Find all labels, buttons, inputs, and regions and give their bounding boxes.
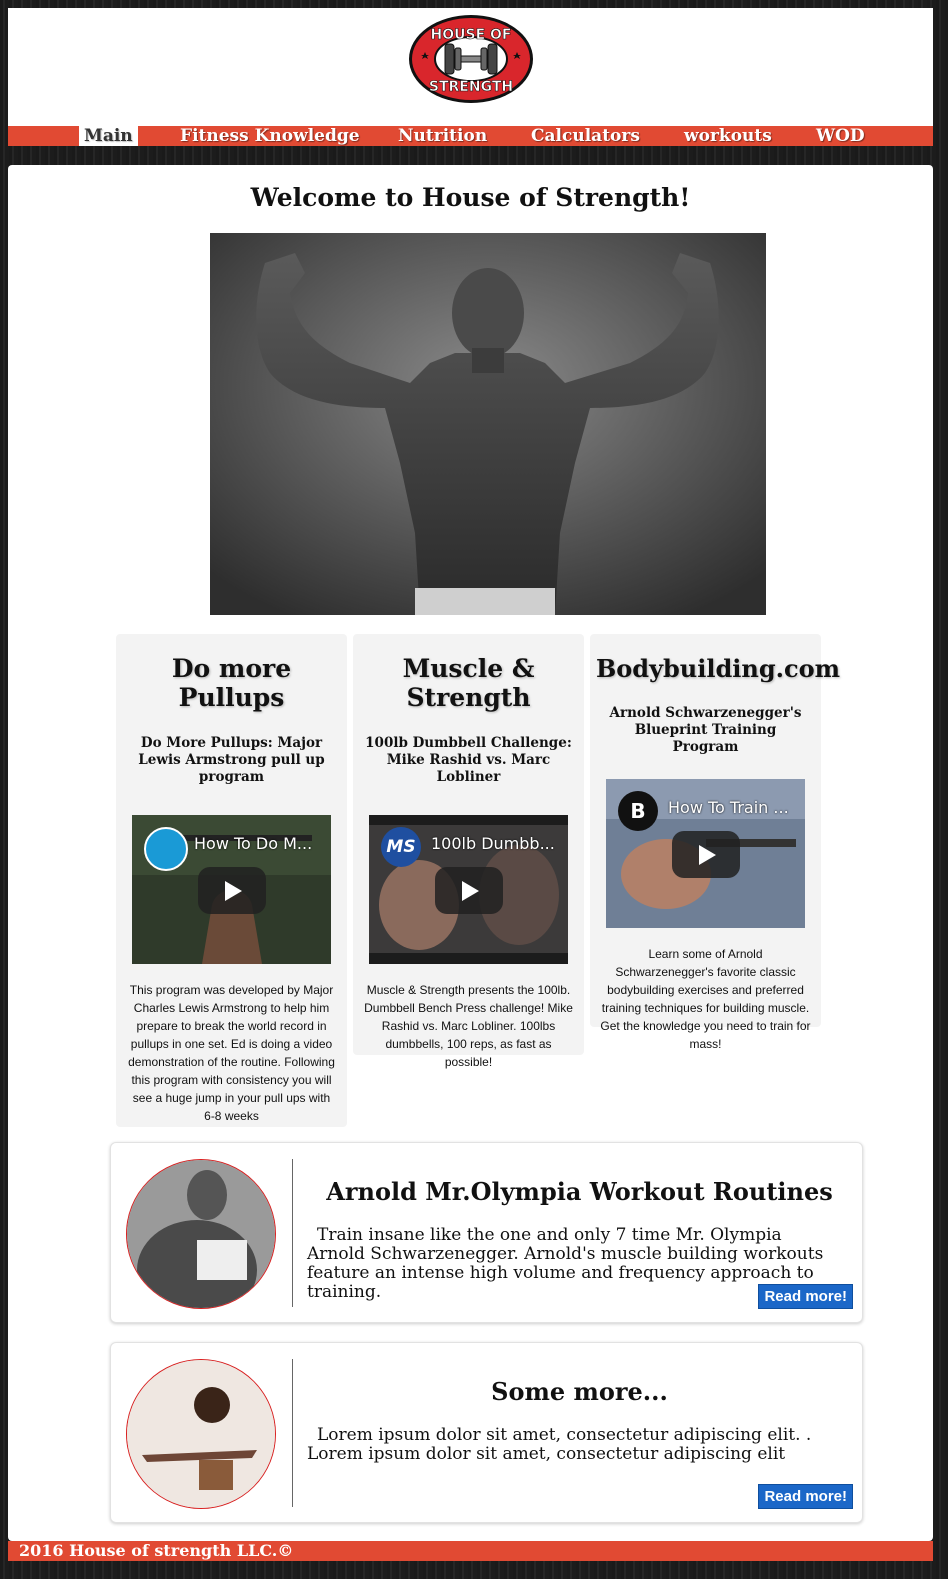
feature-title: Some more...	[491, 1377, 668, 1406]
card-subtitle: 100lb Dumbbell Challenge: Mike Rashid vs…	[365, 735, 572, 785]
hero-bodybuilder-image	[210, 233, 766, 615]
divider	[292, 1359, 293, 1507]
divider	[292, 1159, 293, 1307]
card-title: Muscle & Strength	[402, 654, 535, 712]
video-card: Muscle & Strength 100lb Dumbbell Challen…	[353, 634, 584, 1069]
nav-wod[interactable]: WOD	[816, 126, 865, 146]
copyright-text: 2016 House of strength LLC.©	[19, 1541, 294, 1560]
avatar	[126, 1159, 276, 1309]
athlete-photo	[127, 1360, 275, 1508]
video-card: Do more Pullups Do More Pullups: Major L…	[116, 634, 347, 1127]
video-title: 100lb Dumbb...	[431, 834, 555, 853]
site-footer: 2016 House of strength LLC.©	[8, 1541, 933, 1561]
read-more-button[interactable]: Read more!	[758, 1284, 853, 1309]
nav-main[interactable]: Main	[79, 126, 138, 146]
avatar	[126, 1359, 276, 1509]
channel-logo-icon	[144, 827, 188, 871]
play-button-icon[interactable]	[435, 867, 503, 914]
play-button-icon[interactable]	[198, 867, 266, 914]
logo-text-top: HOUSE OF	[431, 27, 512, 43]
logo-text-bottom: STRENGTH	[429, 79, 513, 95]
channel-logo-icon: MS	[381, 827, 421, 867]
feature-arnold: Arnold Mr.Olympia Workout Routines Train…	[110, 1142, 863, 1323]
video-player[interactable]: How To Do M...	[132, 815, 331, 964]
nav-fitness-knowledge[interactable]: Fitness Knowledge	[180, 126, 360, 146]
feature-text: Lorem ipsum dolor sit amet, consectetur …	[307, 1425, 812, 1464]
site-header: HOUSE OF STRENGTH	[8, 8, 933, 126]
play-button-icon[interactable]	[672, 831, 740, 878]
feature-some-more: Some more... Lorem ipsum dolor sit amet,…	[110, 1342, 863, 1523]
nav-workouts[interactable]: workouts	[684, 126, 772, 146]
video-player[interactable]: B How To Train ...	[606, 779, 805, 928]
card-description: Learn some of Arnold Schwarzenegger's fa…	[600, 947, 811, 1051]
card-title: Bodybuilding.com	[596, 654, 840, 683]
site-logo[interactable]: HOUSE OF STRENGTH	[408, 14, 534, 104]
card-subtitle: Arnold Schwarzenegger's Blueprint Traini…	[609, 705, 802, 755]
card-subtitle: Do More Pullups: Major Lewis Armstrong p…	[138, 735, 325, 785]
main-nav: Main Fitness Knowledge Nutrition Calcula…	[8, 126, 933, 146]
video-card: Bodybuilding.com Arnold Schwarzenegger's…	[590, 634, 840, 1051]
nav-calculators[interactable]: Calculators	[531, 126, 640, 146]
main-content: Welcome to House of Strength! Do more Pu…	[8, 165, 933, 1541]
arnold-photo	[127, 1160, 275, 1308]
nav-nutrition[interactable]: Nutrition	[398, 126, 487, 146]
read-more-button[interactable]: Read more!	[758, 1484, 853, 1509]
card-title: Do more Pullups	[171, 654, 292, 712]
channel-logo-icon: B	[618, 791, 658, 831]
card-description: This program was developed by Major Char…	[128, 983, 335, 1123]
video-title: How To Do M...	[194, 834, 313, 853]
card-description: Muscle & Strength presents the 100lb. Du…	[364, 983, 573, 1069]
feature-title: Arnold Mr.Olympia Workout Routines	[326, 1177, 833, 1206]
video-title: How To Train ...	[668, 798, 789, 817]
video-player[interactable]: MS 100lb Dumbb...	[369, 815, 568, 964]
page-title: Welcome to House of Strength!	[250, 183, 691, 212]
